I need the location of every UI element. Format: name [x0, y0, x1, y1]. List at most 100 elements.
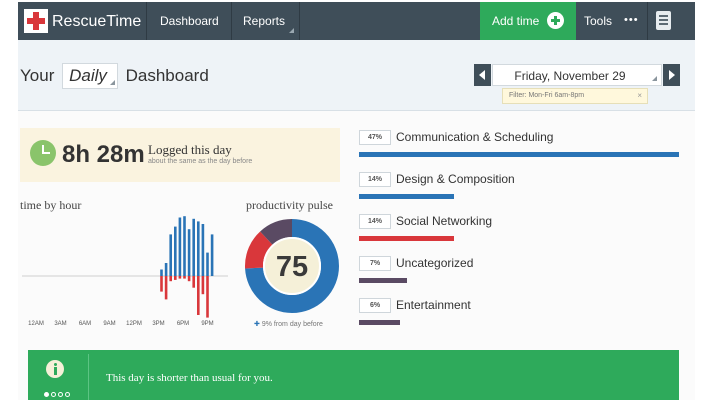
productive-bar[interactable]: [160, 269, 163, 277]
distracting-bar[interactable]: [187, 276, 191, 282]
nav-divider: [231, 2, 232, 40]
plus-circle-icon: [547, 12, 564, 29]
add-time-label: Add time: [492, 14, 540, 28]
dropdown-corner-icon: [109, 80, 115, 85]
banner-pager: [44, 384, 72, 400]
distracting-bar[interactable]: [174, 276, 177, 280]
top-nav: RescueTime Dashboard Reports Add time To…: [18, 2, 695, 40]
productive-bar[interactable]: [178, 217, 182, 277]
filter-tag[interactable]: Filter: Mon-Fri 6am-8pm ×: [502, 88, 648, 104]
productive-bar[interactable]: [169, 234, 172, 276]
distracting-bar[interactable]: [183, 276, 186, 279]
productivity-pulse-chart[interactable]: 75: [244, 218, 340, 314]
insight-banner: This day is shorter than usual for you.: [28, 350, 679, 400]
distracting-bar[interactable]: [192, 276, 195, 288]
productive-bar[interactable]: [174, 226, 177, 276]
pager-dot[interactable]: [51, 392, 56, 397]
x-tick-label: 9PM: [201, 321, 213, 327]
distracting-bar[interactable]: [169, 276, 172, 282]
productive-bar[interactable]: [192, 218, 195, 276]
banner-divider: [88, 354, 89, 400]
category-bar[interactable]: [359, 278, 407, 283]
category-bar[interactable]: [359, 236, 455, 241]
nav-dashboard[interactable]: Dashboard: [160, 14, 219, 28]
rescuetime-dashboard: RescueTime Dashboard Reports Add time To…: [18, 2, 695, 400]
x-tick-label: 6AM: [79, 321, 91, 327]
next-day-button[interactable]: [663, 64, 680, 86]
x-tick-label: 12AM: [28, 321, 44, 327]
date-picker[interactable]: Friday, November 29: [492, 64, 662, 86]
productive-bar[interactable]: [187, 229, 191, 276]
pager-dot[interactable]: [65, 392, 70, 397]
period-dropdown[interactable]: Daily: [62, 63, 118, 89]
distracting-bar[interactable]: [201, 276, 205, 295]
clock-icon: [30, 140, 56, 166]
nav-divider: [146, 2, 147, 40]
filter-label: Filter: Mon-Fri 6am-8pm: [509, 92, 585, 99]
productive-bar[interactable]: [210, 234, 214, 276]
pager-dot[interactable]: [58, 392, 63, 397]
logged-time-card: 8h 28m Logged this day about the same as…: [20, 128, 340, 182]
x-tick-label: 3AM: [54, 321, 66, 327]
category-percent-badge[interactable]: 7%: [359, 256, 391, 271]
x-tick-label: 9AM: [103, 321, 115, 327]
category-percent-badge[interactable]: 14%: [359, 214, 391, 229]
up-arrow-icon: ✚: [254, 321, 260, 328]
productivity-pulse-title: productivity pulse: [246, 198, 333, 212]
dashboard-header: Your Daily Dashboard Friday, November 29…: [18, 40, 695, 111]
add-time-button[interactable]: Add time: [480, 2, 576, 40]
productive-bar[interactable]: [197, 221, 200, 276]
nav-reports-label: Reports: [243, 14, 286, 28]
info-icon: [46, 360, 64, 378]
pulse-change-text: 9% from day before: [261, 321, 323, 328]
x-tick-label: 3PM: [152, 321, 164, 327]
date-label: Friday, November 29: [514, 69, 626, 83]
period-value: Daily: [69, 66, 107, 85]
close-icon[interactable]: ×: [637, 91, 642, 100]
pulse-score: 75: [276, 251, 308, 283]
productive-bar[interactable]: [164, 263, 168, 276]
nav-divider: [299, 2, 300, 40]
x-tick-label: 12PM: [126, 321, 142, 327]
nav-reports[interactable]: Reports: [243, 14, 295, 33]
distracting-bar[interactable]: [178, 276, 182, 279]
category-percent-badge[interactable]: 47%: [359, 130, 391, 145]
distracting-bar[interactable]: [164, 276, 168, 300]
dropdown-corner-icon: [289, 28, 295, 33]
category-bar[interactable]: [359, 152, 679, 157]
tools-menu[interactable]: Tools: [584, 14, 612, 28]
brand-name[interactable]: RescueTime: [52, 13, 141, 31]
category-name[interactable]: Social Networking: [396, 214, 492, 228]
pager-dot[interactable]: [44, 392, 49, 397]
arrow-right-icon: [669, 70, 675, 80]
category-name[interactable]: Design & Composition: [396, 172, 515, 186]
distracting-bar[interactable]: [160, 276, 163, 292]
page-title: Your Daily Dashboard: [20, 63, 209, 89]
category-bar[interactable]: [359, 320, 400, 325]
previous-day-button[interactable]: [474, 64, 491, 86]
pulse-change-note: ✚ 9% from day before: [254, 320, 323, 328]
document-icon[interactable]: [656, 11, 671, 30]
category-name[interactable]: Entertainment: [396, 298, 471, 312]
x-tick-label: 6PM: [177, 321, 189, 327]
distracting-bar[interactable]: [197, 276, 200, 315]
category-percent-badge[interactable]: 14%: [359, 172, 391, 187]
rescuetime-logo-icon[interactable]: [24, 9, 48, 33]
title-suffix: Dashboard: [125, 66, 209, 85]
dropdown-corner-icon: [652, 76, 657, 81]
more-dots-icon[interactable]: •••: [624, 14, 639, 26]
logged-label: Logged this day: [148, 142, 232, 157]
time-by-hour-chart[interactable]: 12AM 3AM 6AM 9AM 12PM 3PM 6PM 9PM: [22, 208, 228, 328]
category-bar[interactable]: [359, 194, 455, 199]
productive-bar[interactable]: [206, 252, 209, 276]
arrow-left-icon: [479, 70, 485, 80]
logged-sublabel: about the same as the day before: [148, 158, 253, 165]
category-name[interactable]: Communication & Scheduling: [396, 130, 553, 144]
productive-bar[interactable]: [183, 216, 186, 276]
banner-text: This day is shorter than usual for you.: [106, 372, 273, 384]
category-percent-badge[interactable]: 6%: [359, 298, 391, 313]
category-name[interactable]: Uncategorized: [396, 256, 473, 270]
distracting-bar[interactable]: [206, 276, 209, 318]
productive-bar[interactable]: [201, 224, 205, 276]
logged-hours: 8h 28m: [62, 141, 145, 168]
